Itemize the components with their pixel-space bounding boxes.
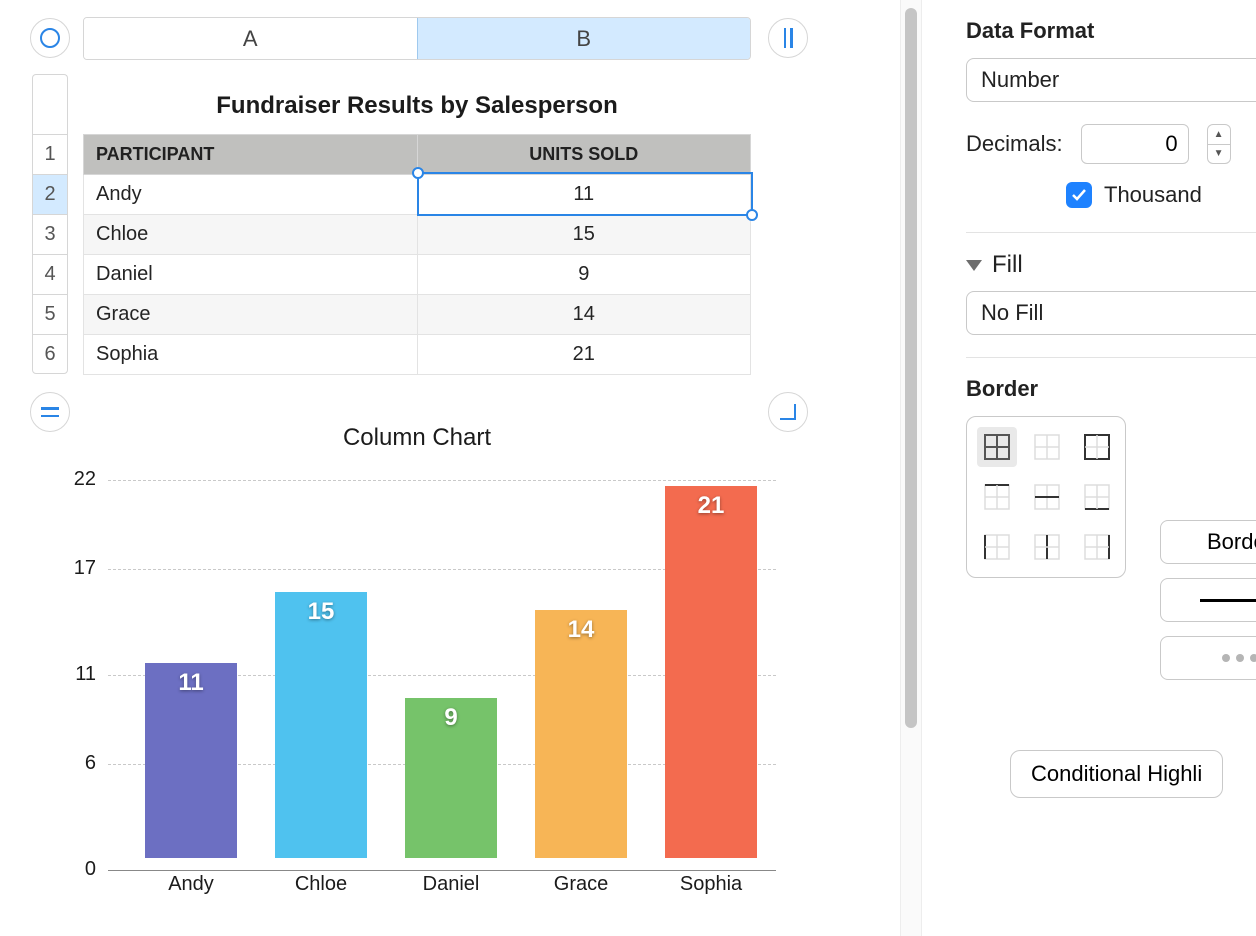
chart-bar[interactable]: 14 — [535, 610, 627, 858]
row-header-4[interactable]: 4 — [32, 254, 68, 294]
row-headers: 1 2 3 4 5 6 — [32, 74, 68, 374]
border-vertical[interactable] — [1027, 527, 1067, 567]
row-header-6[interactable]: 6 — [32, 334, 68, 374]
divider — [966, 357, 1256, 358]
column-header-a[interactable]: A — [84, 18, 417, 59]
corner-icon — [780, 404, 796, 420]
add-row-button[interactable] — [30, 392, 70, 432]
y-axis-tick: 0 — [56, 858, 96, 881]
spreadsheet-canvas: A B 1 2 3 4 5 6 Fundraiser Results by Sa… — [0, 0, 900, 936]
border-inside[interactable] — [1027, 427, 1067, 467]
border-horizontal[interactable] — [1027, 477, 1067, 517]
border-left[interactable] — [977, 527, 1017, 567]
header-units-sold[interactable]: Units Sold — [417, 135, 751, 175]
bar-value-label: 11 — [145, 669, 237, 697]
cell-a5[interactable]: Grace — [84, 295, 418, 335]
columns-icon — [784, 28, 793, 48]
border-right[interactable] — [1077, 527, 1117, 567]
check-icon — [1071, 187, 1087, 203]
border-style-controls: Border — [1160, 520, 1256, 680]
y-axis-tick: 11 — [56, 663, 96, 686]
row-header-3[interactable]: 3 — [32, 214, 68, 254]
cell-b6[interactable]: 21 — [417, 335, 751, 375]
column-header-b[interactable]: B — [417, 18, 751, 59]
cell-a3[interactable]: Chloe — [84, 215, 418, 255]
column-chart[interactable]: 06111722 111591421 AndyChloeDanielGraceS… — [56, 456, 756, 906]
border-more-options[interactable] — [1160, 636, 1256, 680]
border-all[interactable] — [977, 427, 1017, 467]
x-axis-label: Chloe — [261, 873, 381, 896]
x-axis-label: Grace — [521, 873, 641, 896]
thousands-separator-checkbox[interactable] — [1066, 182, 1092, 208]
row-header-2[interactable]: 2 — [32, 174, 68, 214]
border-line-style[interactable] — [1160, 578, 1256, 622]
rows-icon — [41, 407, 59, 417]
chart-bar[interactable]: 21 — [665, 486, 757, 858]
stepper-up-icon[interactable]: ▲ — [1208, 125, 1230, 145]
data-format-heading: Data Format — [966, 18, 1256, 44]
vertical-scrollbar-track[interactable] — [900, 0, 922, 936]
y-axis-tick: 17 — [56, 557, 96, 580]
border-style-select[interactable]: Border — [1160, 520, 1256, 564]
cell-b3[interactable]: 15 — [417, 215, 751, 255]
chart-bar[interactable]: 11 — [145, 663, 237, 858]
fill-disclosure[interactable]: Fill — [966, 251, 1256, 279]
vertical-scrollbar-thumb[interactable] — [905, 8, 917, 728]
chart-bar[interactable]: 9 — [405, 698, 497, 858]
x-axis-label: Andy — [131, 873, 251, 896]
header-participant[interactable]: Participant — [84, 135, 418, 175]
fill-label: Fill — [992, 251, 1023, 279]
decimals-stepper[interactable]: ▲ ▼ — [1207, 124, 1231, 164]
data-table: Participant Units Sold Andy 11 Chloe 15 … — [83, 134, 751, 375]
cell-a2[interactable]: Andy — [84, 175, 418, 215]
triangle-down-icon — [966, 260, 982, 271]
decimals-input[interactable] — [1081, 124, 1189, 164]
data-format-select[interactable]: Number — [966, 58, 1256, 102]
row-header-1[interactable]: 1 — [32, 134, 68, 174]
border-heading: Border — [966, 376, 1256, 402]
dot-icon — [1222, 654, 1230, 662]
x-axis-label: Sophia — [651, 873, 771, 896]
decimals-label: Decimals: — [966, 131, 1063, 157]
cell-a6[interactable]: Sophia — [84, 335, 418, 375]
bar-value-label: 15 — [275, 598, 367, 626]
border-top[interactable] — [977, 477, 1017, 517]
cell-b5[interactable]: 14 — [417, 295, 751, 335]
line-icon — [1200, 599, 1256, 602]
dot-icon — [1250, 654, 1256, 662]
thousands-separator-label: Thousand — [1104, 182, 1202, 208]
row-header-blank[interactable] — [32, 74, 68, 134]
cell-b4[interactable]: 9 — [417, 255, 751, 295]
cell-a4[interactable]: Daniel — [84, 255, 418, 295]
fill-select[interactable]: No Fill — [966, 291, 1256, 335]
chart-title[interactable]: Column Chart — [83, 424, 751, 452]
conditional-highlighting-button[interactable]: Conditional Highli — [1010, 750, 1223, 798]
x-axis-label: Daniel — [391, 873, 511, 896]
x-axis-line — [108, 870, 776, 871]
bar-value-label: 14 — [535, 616, 627, 644]
dot-icon — [1236, 654, 1244, 662]
border-bottom[interactable] — [1077, 477, 1117, 517]
divider — [966, 232, 1256, 233]
table-handle-top-left[interactable] — [30, 18, 70, 58]
y-axis-tick: 6 — [56, 752, 96, 775]
row-header-5[interactable]: 5 — [32, 294, 68, 334]
chart-bar[interactable]: 15 — [275, 592, 367, 858]
resize-table-button[interactable] — [768, 392, 808, 432]
bar-value-label: 9 — [405, 704, 497, 732]
stepper-down-icon[interactable]: ▼ — [1208, 145, 1230, 164]
table-title[interactable]: Fundraiser Results by Salesperson — [83, 92, 751, 120]
border-outside[interactable] — [1077, 427, 1117, 467]
y-axis-tick: 22 — [56, 468, 96, 491]
cell-b2[interactable]: 11 — [417, 175, 751, 215]
bar-value-label: 21 — [665, 492, 757, 520]
circle-icon — [40, 28, 60, 48]
border-position-grid — [966, 416, 1126, 578]
add-column-button[interactable] — [768, 18, 808, 58]
column-headers: A B — [83, 17, 751, 60]
